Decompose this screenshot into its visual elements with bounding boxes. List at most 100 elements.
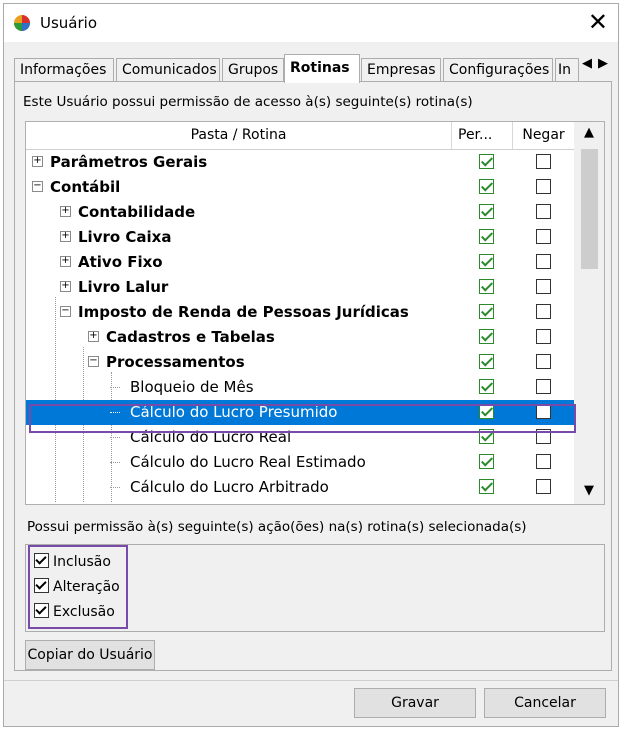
tab-scroll-left-icon[interactable]: ◀: [582, 56, 592, 71]
tree-row-label: Cálculo do Lucro Real Estimado: [130, 453, 366, 471]
permit-checkbox[interactable]: [479, 204, 494, 219]
tree-row[interactable]: Cálculo do Lucro Presumido: [26, 400, 575, 425]
tab-configuracoes[interactable]: Configurações: [443, 58, 553, 82]
tree-row-label: Imposto de Renda de Pessoas Jurídicas: [78, 303, 409, 321]
permit-checkbox[interactable]: [479, 479, 494, 494]
permit-checkbox[interactable]: [479, 179, 494, 194]
check-icon: [34, 578, 49, 593]
tab-rotinas[interactable]: Rotinas: [284, 54, 360, 83]
scroll-down-icon[interactable]: ▼: [574, 480, 604, 502]
collapse-icon[interactable]: −: [60, 306, 71, 317]
permit-checkbox[interactable]: [479, 354, 494, 369]
tree-row-label: Cálculo do Lucro Presumido: [130, 403, 338, 421]
scroll-up-icon[interactable]: ▲: [574, 122, 604, 144]
tab-grupos[interactable]: Grupos: [222, 58, 284, 82]
tree-row-label: Cálculo do Lucro Real: [130, 428, 292, 446]
deny-checkbox[interactable]: [536, 354, 551, 369]
deny-checkbox[interactable]: [536, 479, 551, 494]
deny-checkbox[interactable]: [536, 279, 551, 294]
checkbox-inclusao-label: Inclusão: [53, 554, 111, 570]
permit-checkbox[interactable]: [479, 329, 494, 344]
collapse-icon[interactable]: −: [32, 181, 43, 192]
routines-tree-grid: Pasta / Rotina Per... Negar + Parâmetros …: [25, 121, 605, 505]
deny-checkbox[interactable]: [536, 379, 551, 394]
tree-row-label: Processamentos: [106, 353, 245, 371]
expand-icon[interactable]: +: [60, 206, 71, 217]
tree-row[interactable]: − Processamentos: [26, 350, 575, 375]
permit-checkbox[interactable]: [479, 429, 494, 444]
deny-checkbox[interactable]: [536, 429, 551, 444]
copy-from-user-button[interactable]: Copiar do Usuário: [25, 640, 155, 670]
tab-comunicados[interactable]: Comunicados: [116, 58, 220, 82]
check-icon: [34, 553, 49, 568]
tree-row[interactable]: + Ativo Fixo: [26, 250, 575, 275]
deny-checkbox[interactable]: [536, 204, 551, 219]
tree-row[interactable]: − Imposto de Renda de Pessoas Jurídicas: [26, 300, 575, 325]
checkbox-exclusao[interactable]: Exclusão: [34, 603, 115, 620]
grid-vertical-scrollbar[interactable]: ▲ ▼: [574, 122, 604, 504]
grid-header: Pasta / Rotina Per... Negar: [26, 122, 575, 150]
tree-row-label: Bloqueio de Mês: [130, 378, 254, 396]
tab-scroll-right-icon[interactable]: ▶: [598, 56, 608, 71]
scroll-thumb[interactable]: [581, 149, 598, 269]
tab-scroll-arrows: ◀ ▶: [580, 56, 614, 76]
tab-strip: Informações Comunicados Grupos Rotinas E…: [14, 54, 614, 83]
deny-checkbox[interactable]: [536, 254, 551, 269]
expand-icon[interactable]: +: [32, 156, 43, 167]
tree-row[interactable]: Cálculo do Lucro Real: [26, 425, 575, 450]
expand-icon[interactable]: +: [60, 256, 71, 267]
app-logo-icon: [14, 15, 30, 31]
checkbox-alteracao-label: Alteração: [53, 579, 120, 595]
tree-row[interactable]: + Contabilidade: [26, 200, 575, 225]
tree-row[interactable]: + Livro Lalur: [26, 275, 575, 300]
permit-checkbox[interactable]: [479, 379, 494, 394]
rotinas-panel: Este Usuário possui permissão de acesso …: [14, 81, 612, 671]
permit-checkbox[interactable]: [479, 254, 494, 269]
expand-icon[interactable]: +: [88, 331, 99, 342]
tab-in[interactable]: In: [555, 58, 579, 82]
save-button[interactable]: Gravar: [354, 688, 476, 718]
title-bar: Usuário ✕: [4, 4, 618, 42]
tree-row[interactable]: + Cadastros e Tabelas: [26, 325, 575, 350]
checkbox-inclusao[interactable]: Inclusão: [34, 553, 111, 570]
tree-row-label: Contabilidade: [78, 203, 196, 221]
permit-checkbox[interactable]: [479, 454, 494, 469]
permit-checkbox[interactable]: [479, 154, 494, 169]
permit-checkbox[interactable]: [479, 304, 494, 319]
close-icon[interactable]: ✕: [588, 9, 608, 35]
tree-row-label: Ativo Fixo: [78, 253, 163, 271]
deny-checkbox[interactable]: [536, 454, 551, 469]
deny-checkbox[interactable]: [536, 154, 551, 169]
tree-row[interactable]: + Parâmetros Gerais: [26, 150, 575, 175]
deny-checkbox[interactable]: [536, 229, 551, 244]
tab-empresas[interactable]: Empresas: [361, 58, 441, 82]
tree-row[interactable]: + Livro Caixa: [26, 225, 575, 250]
cancel-button[interactable]: Cancelar: [484, 688, 606, 718]
actions-description: Possui permissão à(s) seguinte(s) ação(õ…: [27, 519, 527, 535]
check-icon: [34, 603, 49, 618]
deny-checkbox[interactable]: [536, 304, 551, 319]
collapse-icon[interactable]: −: [88, 356, 99, 367]
user-dialog: Usuário ✕ Informações Comunicados Grupos…: [3, 3, 619, 727]
tree-branch-line: [110, 387, 120, 388]
permit-checkbox[interactable]: [479, 229, 494, 244]
tree-row[interactable]: Bloqueio de Mês: [26, 375, 575, 400]
deny-checkbox[interactable]: [536, 329, 551, 344]
expand-icon[interactable]: +: [60, 281, 71, 292]
footer-divider: [4, 680, 618, 681]
column-deny-header[interactable]: Negar: [513, 122, 575, 149]
deny-checkbox[interactable]: [536, 404, 551, 419]
tree-branch-line: [110, 487, 120, 488]
permit-checkbox[interactable]: [479, 279, 494, 294]
expand-icon[interactable]: +: [60, 231, 71, 242]
tree-row-label: Contábil: [50, 178, 121, 196]
column-permit-header[interactable]: Per...: [452, 122, 513, 149]
tree-row[interactable]: − Contábil: [26, 175, 575, 200]
tree-row[interactable]: Cálculo do Lucro Real Estimado: [26, 450, 575, 475]
tree-row[interactable]: Cálculo do Lucro Arbitrado: [26, 475, 575, 500]
tab-informacoes[interactable]: Informações: [14, 58, 114, 82]
permit-checkbox[interactable]: [479, 404, 494, 419]
deny-checkbox[interactable]: [536, 179, 551, 194]
column-folder-header[interactable]: Pasta / Rotina: [26, 122, 452, 149]
checkbox-alteracao[interactable]: Alteração: [34, 578, 120, 595]
